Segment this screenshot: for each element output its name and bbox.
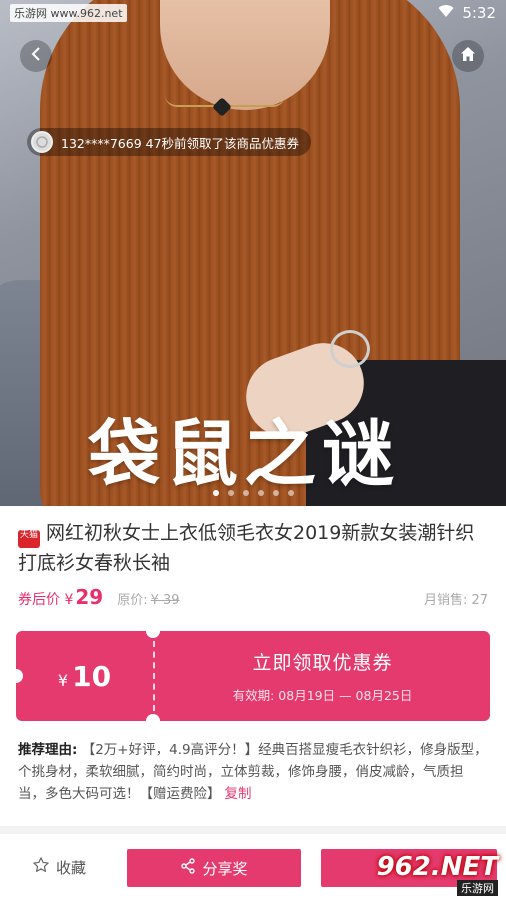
price-row: 券后价 ¥ 29 原价: ¥ 39 月销售: 27 <box>18 585 488 609</box>
bottom-action-bar: 收藏 分享奖 962.NET 乐游网 <box>0 834 506 900</box>
coupon-price: 29 <box>75 585 104 609</box>
carousel-indicator <box>0 490 506 496</box>
carousel-dot[interactable] <box>257 490 264 496</box>
claim-message: 132****7669 47秒前领取了该商品优惠券 <box>61 135 300 151</box>
coupon-card[interactable]: ¥ 10 立即领取优惠券 有效期: 08月19日 — 08月25日 <box>16 631 490 721</box>
favorite-label: 收藏 <box>56 858 87 877</box>
home-button[interactable] <box>452 40 484 72</box>
corner-brand: 962.NET <box>376 852 498 882</box>
carousel-dot[interactable] <box>212 490 219 496</box>
carousel-dot[interactable] <box>242 490 249 496</box>
product-title-text: 网红初秋女士上衣低领毛衣女2019新款女装潮针织打底衫女春秋长袖 <box>18 522 475 574</box>
recommendation-reason: 推荐理由: 【2万+好评，4.9高评分！】经典百搭显瘦毛衣针织衫，修身版型，个挑… <box>18 739 488 805</box>
back-button[interactable] <box>20 40 52 72</box>
chevron-left-icon <box>30 46 42 66</box>
section-divider <box>0 826 506 834</box>
avatar <box>31 131 53 153</box>
coupon-price-label: 券后价 ¥ <box>18 592 74 608</box>
carousel-dot[interactable] <box>287 490 294 496</box>
status-time: 5:32 <box>462 4 496 22</box>
coupon-currency: ¥ <box>57 670 69 690</box>
carousel-dot[interactable] <box>227 490 234 496</box>
wifi-icon <box>438 4 454 22</box>
star-icon <box>32 856 50 878</box>
carousel-dot[interactable] <box>272 490 279 496</box>
coupon-amount: 10 <box>72 659 112 693</box>
home-icon <box>460 46 476 66</box>
share-icon <box>180 858 196 878</box>
claim-coupon-button[interactable]: 立即领取优惠券 有效期: 08月19日 — 08月25日 <box>155 631 490 721</box>
favorite-button[interactable]: 收藏 <box>32 856 86 878</box>
original-price: ¥ 39 <box>150 593 180 608</box>
coupon-value: ¥ 10 <box>16 631 153 721</box>
brand-watermark: 袋鼠之谜 <box>88 411 401 496</box>
copy-link[interactable]: 复制 <box>225 786 252 802</box>
site-corner-logo: 962.NET 乐游网 <box>368 842 498 896</box>
tmall-badge: 天猫 <box>18 530 40 548</box>
product-image-carousel[interactable]: 袋鼠之谜 <box>0 0 506 506</box>
share-button[interactable]: 分享奖 <box>127 849 301 887</box>
product-photo-bracelet <box>330 330 370 368</box>
share-label: 分享奖 <box>202 859 248 878</box>
claim-coupon-label: 立即领取优惠券 <box>252 652 393 674</box>
coupon-validity: 有效期: 08月19日 — 08月25日 <box>232 688 413 703</box>
original-price-label: 原价: <box>117 593 148 608</box>
coupon-claim-notification: 132****7669 47秒前领取了该商品优惠券 <box>27 128 312 156</box>
monthly-sales: 月销售: 27 <box>423 593 488 608</box>
reason-label: 推荐理由: <box>18 742 78 758</box>
corner-sub: 乐游网 <box>457 880 498 896</box>
product-title: 天猫 网红初秋女士上衣低领毛衣女2019新款女装潮针织打底衫女春秋长袖 <box>18 518 488 578</box>
product-detail-page: 袋鼠之谜 乐游网 www.962.net 5:32 132****7669 47… <box>0 0 506 900</box>
reason-text: 【2万+好评，4.9高评分！】经典百搭显瘦毛衣针织衫，修身版型，个挑身材，柔软细… <box>18 742 488 802</box>
site-watermark: 乐游网 www.962.net <box>10 4 127 22</box>
status-bar: 乐游网 www.962.net 5:32 <box>0 0 506 26</box>
